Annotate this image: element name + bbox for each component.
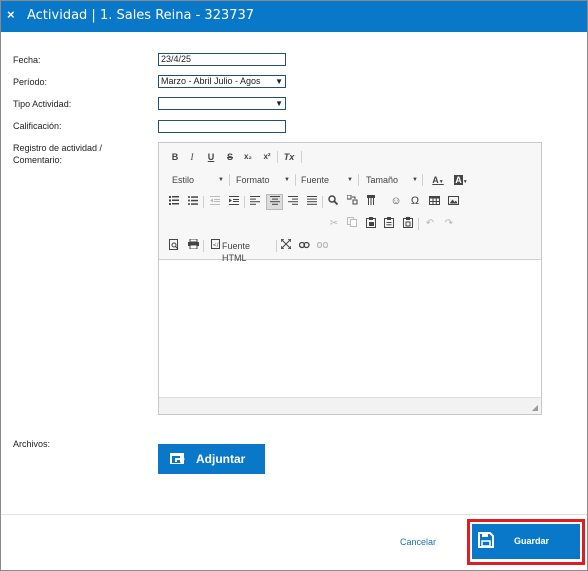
- tipo-actividad-label: Tipo Actividad:: [13, 99, 72, 109]
- print-icon[interactable]: [186, 238, 200, 253]
- toolbar-separator: [229, 174, 230, 186]
- size-dropdown-label: Tamaño: [366, 175, 399, 185]
- chevron-down-icon: ▼: [347, 177, 353, 183]
- indent-icon[interactable]: [227, 195, 241, 209]
- fecha-input[interactable]: 23/4/25: [158, 53, 286, 66]
- bullet-list-icon[interactable]: [186, 195, 200, 209]
- toolbar-separator: [277, 151, 278, 163]
- bold-button[interactable]: B: [168, 150, 182, 164]
- tipo-actividad-select[interactable]: ▼: [158, 97, 286, 110]
- rich-text-editor: B I U S x₂ x² Tx Estilo ▼ Formato ▼ Fuen…: [158, 142, 542, 415]
- outdent-icon[interactable]: [208, 195, 222, 209]
- chevron-down-icon: ▼: [275, 77, 283, 86]
- remove-format-button[interactable]: Tx: [282, 150, 296, 164]
- background-color-icon: A: [454, 175, 463, 185]
- editor-content-area[interactable]: [159, 261, 541, 397]
- calificacion-label: Calificación:: [13, 121, 62, 131]
- font-dropdown-label: Fuente: [301, 175, 330, 185]
- toolbar-separator: [203, 240, 204, 252]
- maximize-icon[interactable]: [279, 238, 293, 253]
- paste-icon[interactable]: [364, 217, 378, 231]
- chevron-down-icon: ▼: [284, 177, 290, 183]
- style-dropdown-label: Estilo: [172, 175, 195, 185]
- cancel-button[interactable]: Cancelar: [400, 536, 436, 548]
- dialog-titlebar: × Actividad | 1. Sales Reina - 323737: [1, 1, 587, 32]
- table-icon[interactable]: [427, 195, 441, 209]
- save-icon: [478, 532, 494, 548]
- chevron-down-icon: ▼: [218, 177, 224, 183]
- redo-icon[interactable]: ↷: [442, 217, 456, 231]
- save-label: Guardar: [514, 536, 550, 546]
- toolbar-separator: [295, 174, 296, 186]
- unlink-icon[interactable]: [315, 239, 329, 253]
- align-center-icon[interactable]: [266, 194, 283, 210]
- strike-button[interactable]: S: [223, 150, 237, 164]
- anchor-icon[interactable]: [364, 195, 378, 209]
- background-color-button[interactable]: A▼: [451, 173, 471, 187]
- svg-text:</>: </>: [212, 243, 220, 249]
- align-right-icon[interactable]: [286, 195, 300, 209]
- format-dropdown-label: Formato: [236, 175, 270, 185]
- cut-icon[interactable]: ✂: [327, 217, 341, 231]
- toolbar-separator: [203, 196, 204, 208]
- toolbar-separator: [301, 151, 302, 163]
- toolbar-separator: [244, 196, 245, 208]
- editor-toolbar: B I U S x₂ x² Tx Estilo ▼ Formato ▼ Fuen…: [159, 143, 541, 263]
- undo-icon[interactable]: ↶: [423, 217, 437, 231]
- resize-grip-icon[interactable]: ◢: [532, 403, 538, 412]
- link-icon[interactable]: [297, 239, 311, 253]
- archivos-label: Archivos:: [13, 439, 51, 449]
- dialog-title: Actividad | 1. Sales Reina - 323737: [27, 8, 255, 23]
- activity-dialog: × Actividad | 1. Sales Reina - 323737 Fe…: [0, 0, 588, 571]
- align-left-icon[interactable]: [248, 195, 262, 209]
- copy-icon[interactable]: [345, 217, 359, 231]
- text-color-button[interactable]: A▼: [428, 173, 448, 187]
- subscript-button[interactable]: x₂: [241, 150, 255, 164]
- toolbar-separator: [418, 218, 419, 230]
- numbered-list-icon[interactable]: [167, 195, 181, 209]
- align-justify-icon[interactable]: [305, 195, 319, 209]
- chevron-down-icon: ▼: [412, 177, 418, 183]
- periodo-value: Marzo - Abril Julio - Agos: [161, 76, 261, 86]
- attach-icon: [170, 451, 186, 468]
- save-button[interactable]: Guardar: [472, 524, 580, 559]
- size-dropdown[interactable]: Tamaño ▼: [366, 173, 418, 187]
- font-dropdown[interactable]: Fuente ▼: [301, 173, 353, 187]
- superscript-button[interactable]: x²: [260, 150, 274, 164]
- registro-label-line1: Registro de actividad /: [13, 143, 103, 153]
- fecha-label: Fecha:: [13, 55, 41, 65]
- image-icon[interactable]: [446, 195, 460, 209]
- italic-button[interactable]: I: [185, 150, 199, 164]
- chevron-down-icon: ▼: [275, 99, 283, 108]
- source-html-icon[interactable]: </>: [208, 239, 222, 253]
- periodo-label: Período:: [13, 77, 48, 87]
- toolbar-separator: [358, 174, 359, 186]
- footer-divider: [1, 514, 587, 515]
- attach-button[interactable]: Adjuntar: [158, 444, 265, 474]
- smiley-icon[interactable]: ☺: [389, 194, 403, 208]
- toolbar-separator: [276, 240, 277, 252]
- registro-label: Registro de actividad / Comentario:: [13, 142, 102, 166]
- editor-statusbar: ◢: [159, 397, 541, 414]
- registro-label-line2: Comentario:: [13, 155, 63, 165]
- toolbar-separator: [422, 174, 423, 186]
- periodo-select[interactable]: Marzo - Abril Julio - Agos ▼: [158, 75, 286, 88]
- replace-icon[interactable]: [345, 194, 359, 209]
- search-icon[interactable]: [326, 195, 340, 209]
- paste-text-icon[interactable]: [382, 217, 396, 231]
- attach-label: Adjuntar: [196, 452, 246, 466]
- paste-word-icon[interactable]: [401, 217, 415, 231]
- style-dropdown[interactable]: Estilo ▼: [172, 173, 224, 187]
- close-icon[interactable]: ×: [7, 7, 21, 23]
- underline-button[interactable]: U: [204, 150, 218, 164]
- special-char-icon[interactable]: Ω: [408, 194, 422, 208]
- format-dropdown[interactable]: Formato ▼: [236, 173, 290, 187]
- calificacion-input[interactable]: [158, 120, 286, 133]
- preview-icon[interactable]: [167, 239, 181, 253]
- toolbar-separator: [322, 196, 323, 208]
